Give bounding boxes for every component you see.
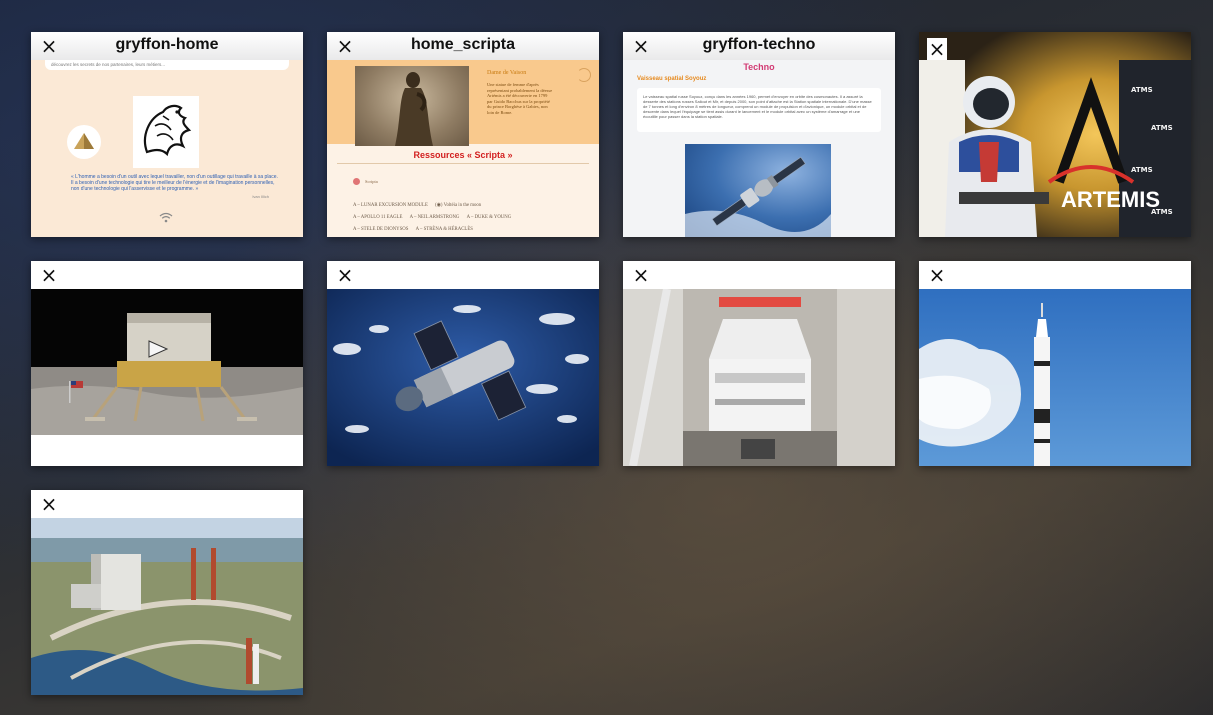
close-tab-button[interactable]: × bbox=[631, 35, 651, 57]
tab-title: gryffon-techno bbox=[702, 36, 816, 53]
pyramid-logo-icon bbox=[67, 125, 101, 159]
tab-preview: découvrez les secrets de nos partenaires… bbox=[31, 60, 303, 237]
quote-credit: Ivan Illich bbox=[252, 194, 269, 199]
section-heading: Ressources « Scripta » bbox=[413, 150, 513, 160]
close-tab-button[interactable]: × bbox=[927, 264, 947, 286]
svg-text:ATMS: ATMS bbox=[1151, 124, 1173, 132]
tab-title: gryffon-home bbox=[115, 36, 219, 53]
search-bar: découvrez les secrets de nos partenaires… bbox=[45, 60, 289, 70]
tab-card-image-hubble[interactable]: × bbox=[327, 261, 599, 466]
article-card: Le vaisseau spatial russe Soyouz, conçu … bbox=[637, 88, 881, 132]
wifi-icon bbox=[159, 212, 173, 226]
close-tab-button[interactable]: × bbox=[39, 35, 59, 57]
article-text: Le vaisseau spatial russe Soyouz, conçu … bbox=[643, 94, 872, 119]
dot-label: Scripta bbox=[365, 179, 378, 184]
close-tab-button[interactable]: × bbox=[335, 264, 355, 286]
tab-card-home-scripta[interactable]: × home_scripta Dame de Vaison Une statue… bbox=[327, 32, 599, 237]
loading-spinner-icon bbox=[577, 68, 591, 82]
saturn-v-launch-photo bbox=[919, 289, 1191, 466]
page-heading: Techno bbox=[743, 62, 775, 72]
quote-text: « L'homme a besoin d'un outil avec leque… bbox=[71, 174, 278, 192]
tab-card-image-ksc-aerial[interactable]: × bbox=[31, 490, 303, 695]
orion-capsule-photo bbox=[623, 289, 895, 466]
tab-preview: Techno Vaisseau spatial Soyouz Le vaisse… bbox=[623, 60, 895, 237]
record-dot-icon bbox=[353, 178, 360, 185]
resource-list: A – LUNAR EXCURSION MODULE (◉) Voltéia i… bbox=[353, 200, 511, 236]
divider bbox=[337, 163, 589, 164]
hubble-telescope-photo bbox=[327, 289, 599, 466]
close-tab-button[interactable]: × bbox=[631, 264, 651, 286]
tab-header: × bbox=[327, 261, 599, 289]
close-tab-button[interactable]: × bbox=[927, 38, 947, 60]
tab-header: × bbox=[919, 261, 1191, 289]
article-title: Vaisseau spatial Soyouz bbox=[637, 76, 707, 82]
tab-header: × home_scripta bbox=[327, 32, 599, 61]
tab-header: × gryffon-techno bbox=[623, 32, 895, 61]
griffin-emblem-icon bbox=[133, 96, 199, 168]
caption-text: Une statue de femme d'après représentant… bbox=[487, 82, 553, 115]
artemis-logo-text: ARTEMIS bbox=[1061, 187, 1160, 212]
list-item: A – LUNAR EXCURSION MODULE (◉) Voltéia i… bbox=[353, 203, 482, 208]
tab-preview: Dame de Vaison Une statue de femme d'apr… bbox=[327, 60, 599, 237]
statue-photo bbox=[355, 66, 469, 146]
caption-title: Dame de Vaison bbox=[487, 70, 527, 76]
kennedy-vab-aerial-photo bbox=[31, 518, 303, 695]
tab-overview-grid: × gryffon-home découvrez les secrets de … bbox=[6, 6, 1207, 709]
tab-card-gryffon-techno[interactable]: × gryffon-techno Techno Vaisseau spatial… bbox=[623, 32, 895, 237]
astronaut-artemis-photo: ATMS ATMS ATMS ATMS ARTEMIS × bbox=[919, 32, 1191, 237]
lunar-module-photo bbox=[31, 289, 303, 466]
close-tab-button[interactable]: × bbox=[39, 493, 59, 515]
tab-card-image-artemis[interactable]: ATMS ATMS ATMS ATMS ARTEMIS × bbox=[919, 32, 1191, 237]
tab-card-image-saturn-v[interactable]: × bbox=[919, 261, 1191, 466]
tab-card-gryffon-home[interactable]: × gryffon-home découvrez les secrets de … bbox=[31, 32, 303, 237]
close-tab-button[interactable]: × bbox=[39, 264, 59, 286]
tab-title: home_scripta bbox=[410, 36, 516, 53]
close-tab-button[interactable]: × bbox=[335, 35, 355, 57]
soyuz-photo bbox=[685, 144, 831, 237]
list-item: A – APOLLO 11 EAGLE A – NEIL ARMSTRONG A… bbox=[353, 215, 512, 220]
tab-header: × bbox=[31, 261, 303, 289]
svg-text:ATMS: ATMS bbox=[1131, 86, 1153, 94]
list-item: A – STELE DE DIONYSOS A – STRÈNA & HÉRAC… bbox=[353, 227, 473, 232]
tab-card-image-lunar-module[interactable]: × bbox=[31, 261, 303, 466]
tab-card-image-orion[interactable]: × bbox=[623, 261, 895, 466]
tab-header: × bbox=[623, 261, 895, 289]
tab-header: × bbox=[31, 490, 303, 518]
tab-header: × gryffon-home bbox=[31, 32, 303, 61]
svg-text:ATMS: ATMS bbox=[1131, 166, 1153, 174]
